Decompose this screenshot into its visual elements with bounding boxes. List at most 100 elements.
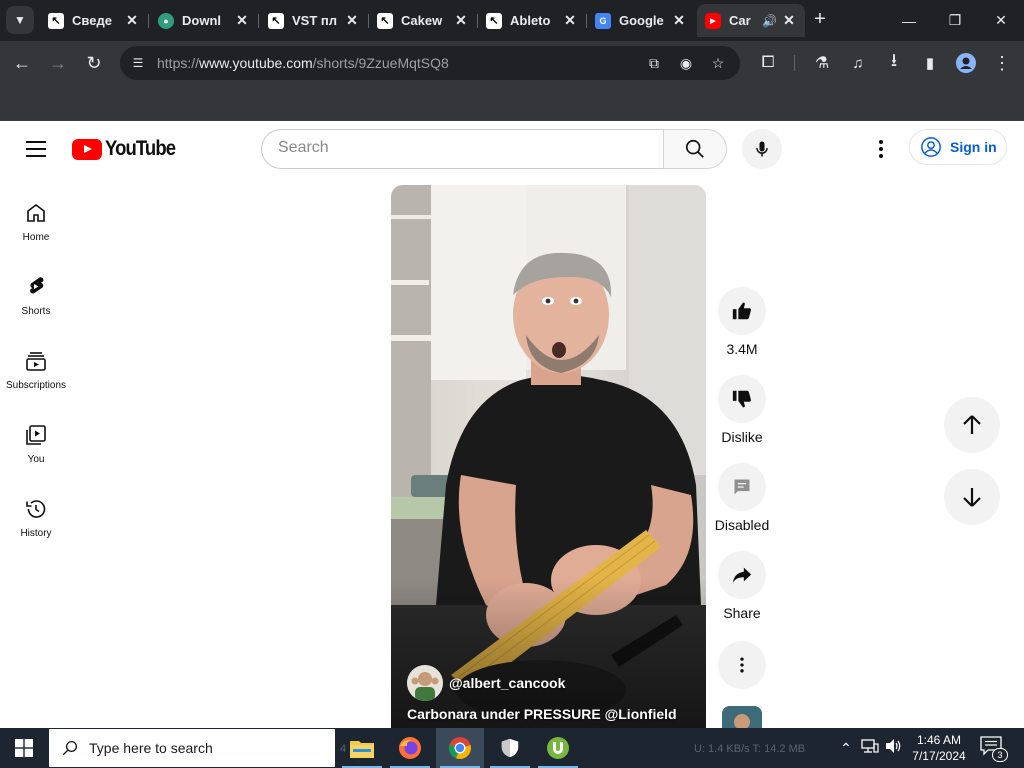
browser-tab[interactable]: ↖ Сведе ✕ — [40, 4, 148, 37]
bookmark-star-icon[interactable]: ☆ — [708, 53, 728, 73]
guide-item-subscriptions[interactable]: Subscriptions — [0, 341, 72, 415]
short-title[interactable]: Carbonara under PRESSURE @Lionfield — [407, 706, 677, 722]
reload-icon[interactable]: ↻ — [80, 49, 108, 77]
tab-title: Downl — [182, 13, 221, 28]
dislike-button[interactable] — [718, 375, 766, 423]
close-tab-icon[interactable]: ✕ — [344, 12, 360, 29]
browser-tab[interactable]: ↖ Cakew ✕ — [369, 4, 477, 37]
close-window-icon[interactable]: ✕ — [978, 0, 1024, 41]
chrome-menu-kebab-icon[interactable]: ⋮ — [988, 49, 1016, 77]
search-button[interactable] — [663, 129, 727, 169]
more-action[interactable] — [714, 641, 770, 689]
share-button[interactable] — [718, 551, 766, 599]
close-tab-icon[interactable]: ✕ — [781, 12, 797, 29]
guide-item-shorts[interactable]: Shorts — [0, 267, 72, 341]
system-clock[interactable]: 1:46 AM 7/17/2024 — [906, 732, 972, 764]
previous-short-button[interactable] — [944, 397, 1000, 453]
guide-item-you[interactable]: You — [0, 415, 72, 489]
media-controls-icon[interactable]: ♫ — [844, 49, 872, 77]
comments-action[interactable]: Disabled — [714, 463, 770, 533]
forward-arrow-icon[interactable]: → — [44, 49, 72, 77]
comment-icon — [734, 479, 750, 495]
channel-handle[interactable]: @albert_cancook — [449, 675, 565, 691]
dislike-action[interactable]: Dislike — [714, 375, 770, 445]
arrow-down-icon — [963, 488, 981, 507]
side-panel-icon[interactable]: ▮ — [916, 49, 944, 77]
youtube-play-logo-icon — [72, 138, 102, 160]
cursor-favicon-icon: ↖ — [268, 12, 284, 29]
tracking-protection-eye-icon[interactable]: ◉ — [676, 53, 696, 73]
home-icon — [27, 204, 45, 222]
close-tab-icon[interactable]: ✕ — [124, 12, 140, 29]
share-label: Share — [723, 605, 761, 621]
downloads-icon[interactable]: ⭳ — [880, 49, 908, 77]
restore-window-icon[interactable]: ❐ — [932, 0, 978, 41]
browser-tab[interactable]: ↖ Ableto ✕ — [478, 4, 586, 37]
address-bar[interactable]: ☰ https://www.youtube.com/shorts/9ZzueMq… — [120, 46, 740, 80]
tab-title: Google — [619, 13, 664, 28]
hamburger-menu-icon[interactable] — [20, 133, 52, 165]
history-icon — [26, 500, 46, 518]
install-app-icon[interactable]: ⧉ — [644, 53, 664, 73]
taskbar-security-shield[interactable] — [486, 728, 534, 768]
close-tab-icon[interactable]: ✕ — [453, 12, 469, 29]
tab-title: VST пл — [292, 13, 338, 28]
sign-in-button[interactable]: Sign in — [909, 129, 1007, 165]
taskbar-file-explorer[interactable] — [338, 728, 386, 768]
guide-item-home[interactable]: Home — [0, 193, 72, 267]
url-text[interactable]: https://www.youtube.com/shorts/9ZzueMqtS… — [157, 55, 449, 71]
comments-button[interactable] — [718, 463, 766, 511]
search-input[interactable] — [278, 139, 648, 157]
tab-search-chevron-icon[interactable]: ▼ — [6, 6, 34, 34]
shorts-video-player[interactable]: @albert_cancook Carbonara under PRESSURE… — [391, 185, 706, 728]
new-tab-plus-icon[interactable]: + — [808, 7, 832, 31]
labs-flask-icon[interactable]: ⚗ — [808, 49, 836, 77]
browser-tab[interactable]: ↖ VST пл ✕ — [260, 4, 368, 37]
close-tab-icon[interactable]: ✕ — [671, 12, 687, 29]
shorts-channel-row[interactable]: @albert_cancook — [407, 665, 565, 701]
browser-tab[interactable]: ● Downl ✕ — [150, 4, 258, 37]
taskbar-utorrent[interactable] — [534, 728, 582, 768]
comments-status-label: Disabled — [714, 517, 770, 533]
taskbar-search-box[interactable]: Type here to search — [49, 729, 359, 767]
site-info-tune-icon[interactable]: ☰ — [128, 53, 148, 73]
close-tab-icon[interactable]: ✕ — [234, 12, 250, 29]
extensions-puzzle-icon[interactable]: ⧠ — [754, 49, 782, 77]
browser-tab-strip: ▼ ↖ Сведе ✕ ● Downl ✕ ↖ VST пл ✕ ↖ Cakew… — [0, 0, 1024, 41]
volume-speaker-icon[interactable] — [884, 738, 904, 758]
search-box[interactable] — [261, 129, 664, 169]
more-options-button[interactable] — [718, 641, 766, 689]
share-action[interactable]: Share — [714, 551, 770, 621]
minimize-window-icon[interactable]: — — [886, 0, 932, 41]
close-tab-icon[interactable]: ✕ — [562, 12, 578, 29]
show-hidden-icons-chevron-icon[interactable]: ⌃ — [836, 738, 856, 758]
overlay-upload-rate: U: 1.4 KB/s T: 14.2 MB — [694, 743, 806, 755]
guide-label: History — [20, 528, 52, 539]
browser-tab-active[interactable]: ▶ Car 🔊 ✕ — [697, 4, 805, 37]
taskbar-firefox[interactable] — [386, 728, 434, 768]
back-arrow-icon[interactable]: ← — [8, 49, 36, 77]
next-short-button[interactable] — [944, 469, 1000, 525]
settings-kebab-icon[interactable] — [866, 133, 896, 165]
microphone-icon — [756, 141, 768, 157]
account-circle-icon — [921, 137, 941, 157]
like-action[interactable]: 3.4M — [714, 287, 770, 357]
action-center-button[interactable]: 3 — [980, 736, 1008, 762]
guide-label: Subscriptions — [5, 380, 67, 391]
taskbar-chrome[interactable] — [436, 728, 484, 768]
chrome-icon — [448, 737, 471, 760]
channel-thumbnail[interactable] — [722, 706, 762, 728]
profile-avatar-icon[interactable] — [952, 49, 980, 77]
youtube-logo[interactable]: YouTube — [72, 137, 185, 161]
speaker-audio-icon[interactable]: 🔊 — [762, 14, 777, 28]
clock-date: 7/17/2024 — [912, 749, 966, 763]
network-icon[interactable] — [860, 738, 880, 758]
youtube-logo-text: YouTube — [105, 137, 176, 160]
like-button[interactable] — [718, 287, 766, 335]
browser-tab[interactable]: G Google ✕ — [587, 4, 695, 37]
voice-search-button[interactable] — [742, 129, 782, 169]
youtube-page: YouTube Sign in Home Shorts Subscription… — [0, 121, 1024, 728]
start-windows-icon[interactable] — [0, 728, 48, 768]
channel-avatar[interactable] — [407, 665, 443, 701]
guide-item-history[interactable]: History — [0, 489, 72, 563]
